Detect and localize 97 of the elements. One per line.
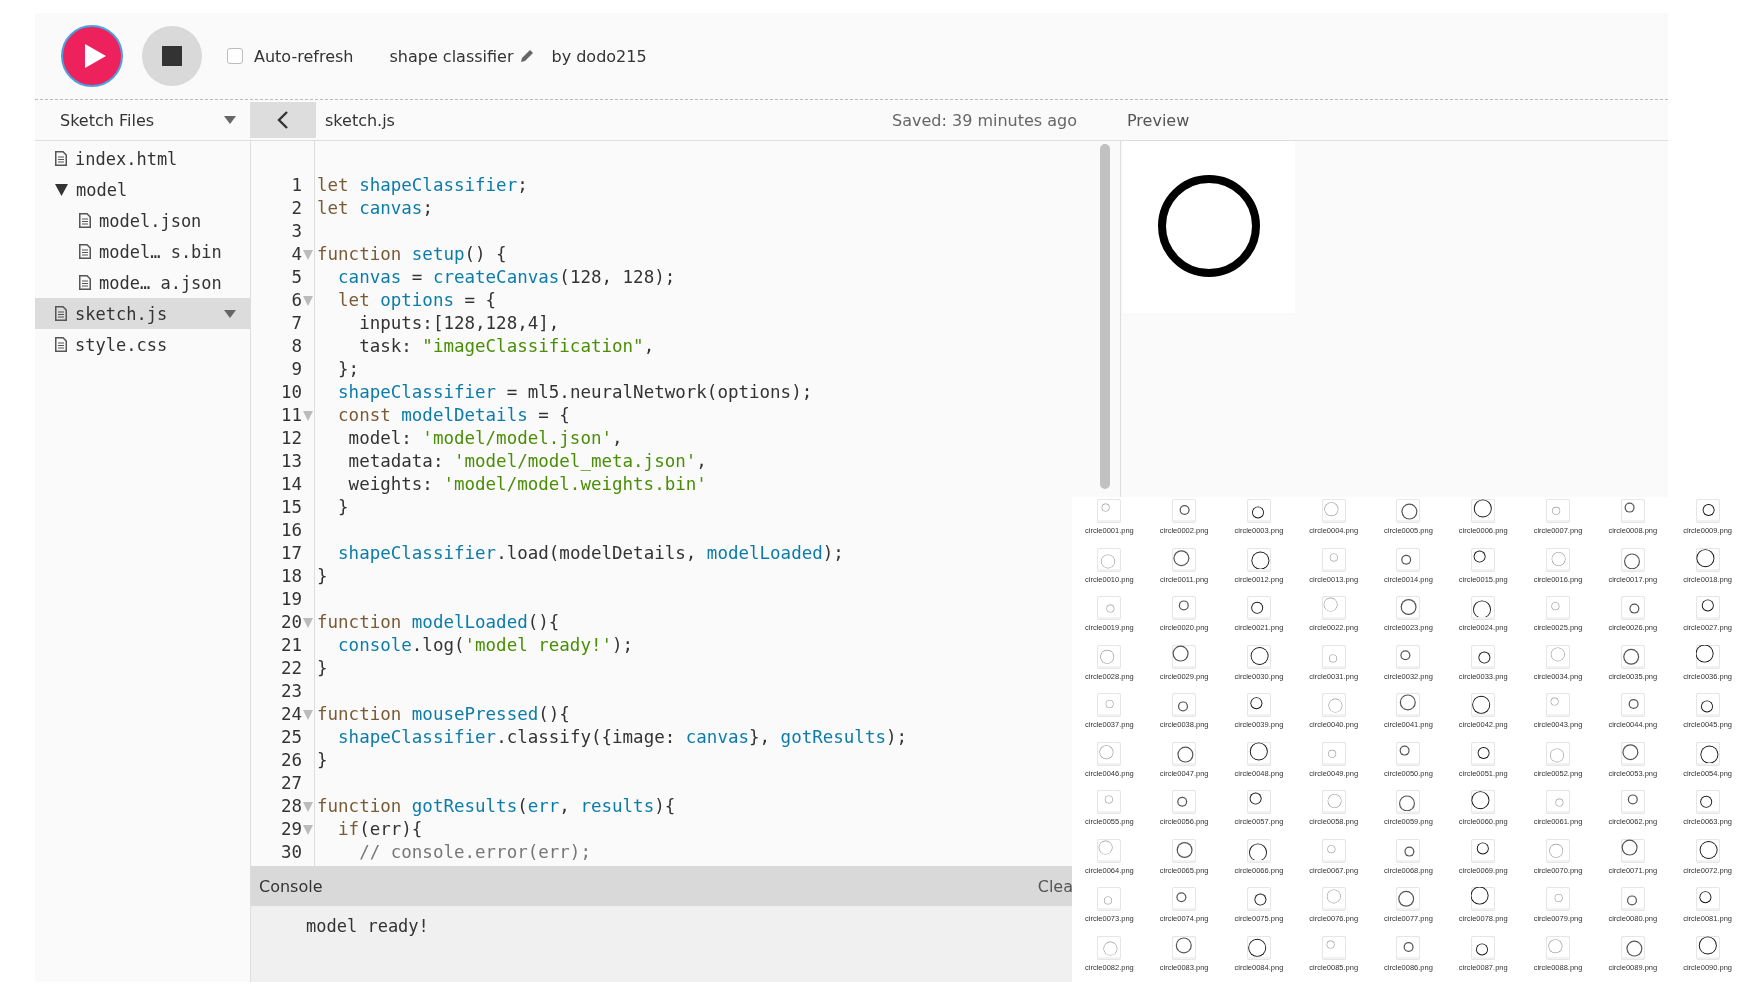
code-line: // console.error(err); (358, 841, 591, 864)
file-icon (55, 337, 67, 352)
line-number: 7 (291, 312, 302, 335)
line-number: 18 (280, 565, 302, 588)
code-line: if(err){ (337, 818, 423, 841)
pencil-icon (519, 49, 534, 63)
code-line: let options = { (337, 289, 497, 312)
play-icon (82, 43, 107, 69)
fold-icon[interactable] (303, 824, 313, 835)
fold-icon[interactable] (303, 295, 313, 306)
scrollbar[interactable] (1100, 144, 1110, 489)
console-message: model ready! (306, 916, 429, 936)
code-line: shapeClassifier = ml5.neuralNetwork(options); (337, 381, 813, 404)
code-line: }; (337, 358, 360, 381)
checkbox[interactable] (227, 48, 243, 64)
line-number: 8 (291, 335, 302, 358)
code-line: } (317, 657, 328, 680)
file-icon (79, 213, 91, 228)
line-number: 21 (280, 634, 302, 657)
line-number: 3 (291, 220, 302, 243)
line-number: 27 (280, 772, 302, 795)
code-line: function modelLoaded(){ (317, 611, 560, 634)
file-item[interactable]: sketch.js (35, 298, 250, 329)
line-number: 1 (291, 174, 302, 197)
file-item[interactable]: model… s.bin (35, 236, 250, 267)
code-line: console.log('model ready!'); (337, 634, 634, 657)
code-line: shapeClassifier.classify({image: canvas}, gotResults); (337, 726, 908, 749)
file-item[interactable]: style.css (35, 329, 250, 360)
fold-icon[interactable] (303, 249, 313, 260)
code-line: const modelDetails = { (337, 404, 570, 427)
code-line: function gotResults(err, results){ (317, 795, 676, 818)
checkbox-label[interactable]: Auto-refresh (254, 46, 354, 66)
line-number: 5 (291, 266, 302, 289)
code-line: function setup() { (317, 243, 507, 266)
sidebar-title: Sketch Files (60, 110, 155, 130)
code-line: function mousePressed(){ (317, 703, 570, 726)
fold-icon[interactable] (303, 709, 313, 720)
line-number: 22 (280, 657, 302, 680)
code-line: } (317, 749, 328, 772)
fold-icon[interactable] (303, 617, 313, 628)
code-line: task: "imageClassification", (358, 335, 655, 358)
line-number: 14 (280, 473, 302, 496)
code-line: let canvas; (317, 197, 433, 220)
code-line: weights: 'model/model.weights.bin' (347, 473, 707, 496)
line-number: 15 (280, 496, 302, 519)
code-line: inputs:[128,128,4], (358, 312, 560, 335)
file-icon (55, 306, 67, 321)
line-number: 16 (280, 519, 302, 542)
code-line: let shapeClassifier; (317, 174, 528, 197)
code-line: shapeClassifier.load(modelDetails, modelLoaded); (337, 542, 844, 565)
line-number: 23 (280, 680, 302, 703)
file-item[interactable]: model.json (35, 205, 250, 236)
line-number: 24 (280, 703, 302, 726)
line-number: 11 (280, 404, 302, 427)
line-number: 6 (291, 289, 302, 312)
saved-status: Saved: 39 minutes ago (892, 110, 1077, 130)
console-title: Console (259, 876, 323, 896)
triangle-down-icon (55, 183, 68, 196)
file-name: sketch.js (325, 110, 395, 130)
line-number: 28 (280, 795, 302, 818)
fold-icon[interactable] (303, 410, 313, 421)
line-number: 12 (280, 427, 302, 450)
line-number: 19 (280, 588, 302, 611)
line-number: 17 (280, 542, 302, 565)
file-item[interactable]: index.html (35, 143, 250, 174)
code-line: canvas = createCanvas(128, 128); (337, 266, 676, 289)
line-number: 29 (280, 818, 302, 841)
line-number: 30 (280, 841, 302, 864)
preview-title: Preview (1127, 110, 1191, 130)
file-icon (55, 151, 67, 166)
line-number: 10 (280, 381, 302, 404)
line-number: 2 (291, 197, 302, 220)
stop-icon (162, 46, 182, 66)
line-number: 20 (280, 611, 302, 634)
line-number: 26 (280, 749, 302, 772)
line-number: 25 (280, 726, 302, 749)
line-number: 13 (280, 450, 302, 473)
file-icon (79, 244, 91, 259)
code-line: } (317, 565, 328, 588)
caret-icon (224, 309, 236, 318)
chevron-left-icon (277, 111, 289, 129)
file-icon (79, 275, 91, 290)
caret-icon (224, 116, 236, 124)
sidebar-header[interactable]: Sketch Files (35, 100, 250, 140)
fold-icon[interactable] (303, 801, 313, 812)
collapse-button[interactable] (250, 102, 316, 138)
author-label: by dodo215 (551, 46, 647, 66)
code-line: metadata: 'model/model_meta.json', (347, 450, 707, 473)
stop-button[interactable] (142, 26, 202, 86)
sketch-name[interactable]: shape classifier (389, 46, 514, 66)
line-number: 4 (291, 243, 302, 266)
folder-item[interactable]: model (35, 174, 250, 205)
code-line: } (337, 496, 349, 519)
line-number: 9 (291, 358, 302, 381)
clear-button[interactable]: Clea (1037, 876, 1073, 896)
file-item[interactable]: mode… a.json (35, 267, 250, 298)
code-line: model: 'model/model.json', (347, 427, 623, 450)
